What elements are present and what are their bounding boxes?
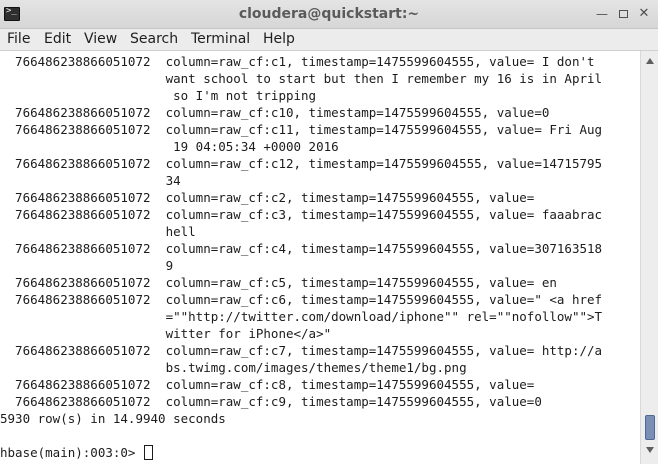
terminal-line: 766486238866051072 column=raw_cf:c1, tim… (0, 54, 595, 69)
terminal-line: 34 (0, 173, 181, 188)
terminal-line: so I'm not tripping (0, 88, 317, 103)
terminal-line: witter for iPhone</a>" (0, 326, 332, 341)
title-bar[interactable]: cloudera@quickstart:~ — ✕ (0, 0, 658, 29)
menu-terminal[interactable]: Terminal (191, 31, 250, 47)
terminal-line: 766486238866051072 column=raw_cf:c5, tim… (0, 275, 557, 290)
close-button[interactable]: ✕ (636, 6, 652, 22)
scroll-up-icon[interactable] (646, 58, 654, 64)
scrollbar-thumb[interactable] (645, 415, 655, 440)
terminal-line: 9 (0, 258, 174, 273)
terminal-line: 766486238866051072 column=raw_cf:c6, tim… (0, 292, 603, 307)
menu-bar: File Edit View Search Terminal Help (0, 29, 658, 51)
terminal-line: hell (0, 224, 196, 239)
vertical-scrollbar[interactable] (640, 51, 658, 464)
terminal-line: 5930 row(s) in 14.9940 seconds (0, 411, 226, 426)
menu-search[interactable]: Search (130, 31, 178, 47)
scroll-down-icon[interactable] (646, 447, 654, 453)
terminal-line: 19 04:05:34 +0000 2016 (0, 139, 339, 154)
prompt-line[interactable]: hbase(main):003:0> (0, 444, 153, 461)
terminal-line: 766486238866051072 column=raw_cf:c10, ti… (0, 105, 550, 120)
terminal-line: 766486238866051072 column=raw_cf:c3, tim… (0, 207, 603, 222)
terminal-line: =""http://twitter.com/download/iphone"" … (0, 309, 603, 324)
terminal-line: bs.twimg.com/images/themes/theme1/bg.png (0, 360, 467, 375)
menu-edit[interactable]: Edit (44, 31, 71, 47)
terminal-line: 766486238866051072 column=raw_cf:c11, ti… (0, 122, 603, 137)
terminal-line: want school to start but then I remember… (0, 71, 603, 86)
terminal-line: 766486238866051072 column=raw_cf:c12, ti… (0, 156, 603, 171)
text-cursor (144, 445, 153, 460)
window-title: cloudera@quickstart:~ (238, 6, 420, 22)
menu-view[interactable]: View (84, 31, 117, 47)
terminal-line: 766486238866051072 column=raw_cf:c2, tim… (0, 190, 535, 205)
maximize-icon (618, 10, 628, 18)
terminal-line: 766486238866051072 column=raw_cf:c9, tim… (0, 394, 542, 409)
terminal-output[interactable]: 766486238866051072 column=raw_cf:c1, tim… (0, 51, 640, 464)
terminal-line: 766486238866051072 column=raw_cf:c4, tim… (0, 241, 603, 256)
maximize-button[interactable] (615, 6, 631, 22)
menu-file[interactable]: File (7, 31, 30, 47)
shell-prompt: hbase(main):003:0> (0, 445, 143, 460)
terminal-line: 766486238866051072 column=raw_cf:c8, tim… (0, 377, 535, 392)
terminal-line: 766486238866051072 column=raw_cf:c7, tim… (0, 343, 603, 358)
minimize-button[interactable]: — (594, 6, 610, 22)
menu-help[interactable]: Help (263, 31, 295, 47)
